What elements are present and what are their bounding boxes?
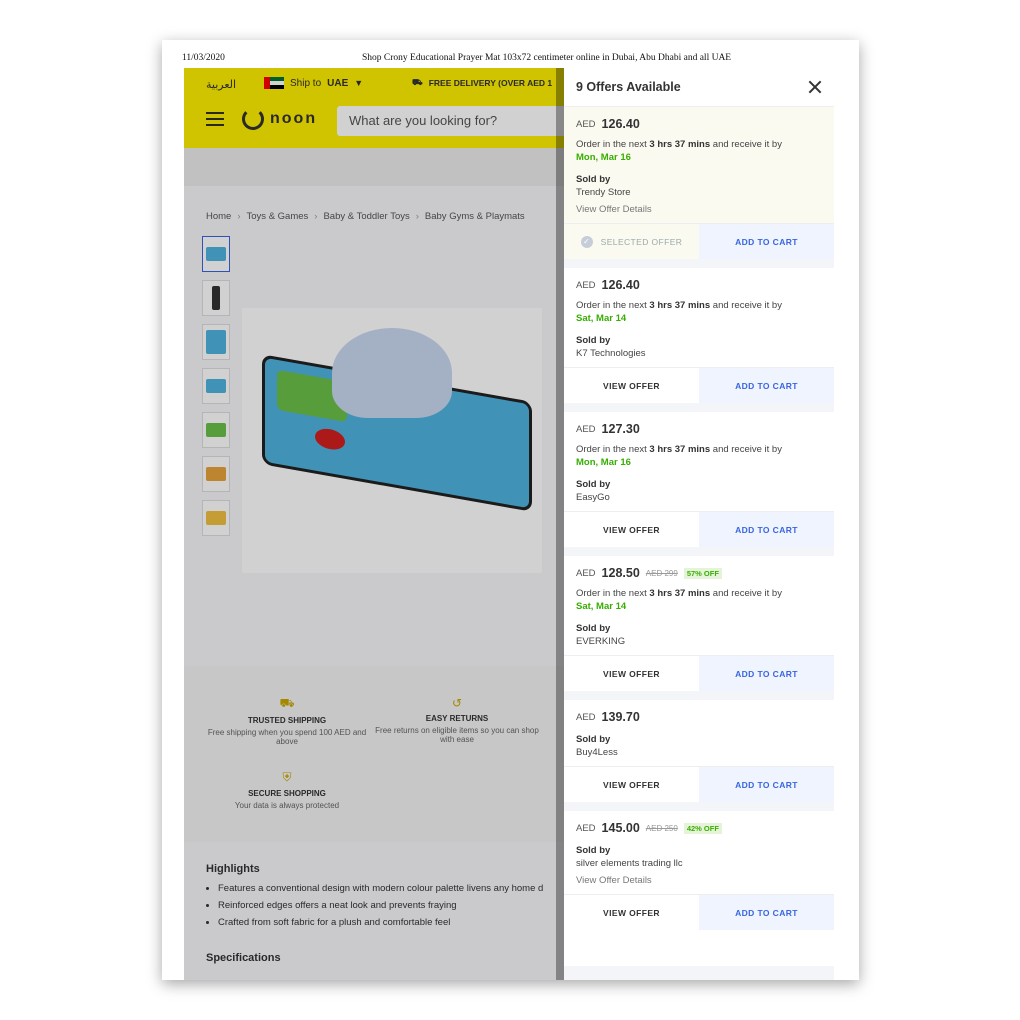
offer-card: AED 128.50 AED 299 57% OFF Order in the next… [564,556,834,691]
delivery-estimate: Order in the next 3 hrs 37 mins and rece… [576,300,782,324]
offer-price: AED 145.00 AED 250 42% OFF [576,821,822,835]
offer-price: AED 126.40 [576,278,822,292]
price-value: 139.70 [601,710,640,724]
overlay-dim[interactable] [184,68,564,980]
offer-actions: VIEW OFFER ADD TO CART [564,766,834,802]
sold-by-label: Sold by [576,845,611,856]
price-currency: AED [576,118,596,130]
offer-card: AED 145.00 AED 250 42% OFF Sold by silver ele… [564,811,834,930]
offer-body: AED 139.70 Sold by Buy4Less [564,700,834,766]
check-circle-icon: ✓ [580,235,593,248]
delivery-time: 3 hrs 37 mins [649,300,711,311]
price-value: 145.00 [601,821,640,835]
delivery-estimate: Order in the next 3 hrs 37 mins and rece… [576,139,782,163]
seller-name[interactable]: EVERKING [576,636,822,647]
sold-by-label: Sold by [576,335,611,346]
view-offer-button[interactable]: VIEW OFFER [564,895,699,930]
offer-body: AED 127.30 Order in the next 3 hrs 37 mins… [564,412,834,511]
discount-badge: 42% OFF [683,822,722,834]
seller-name[interactable]: Trendy Store [576,187,822,198]
offer-card: AED 126.40 Order in the next 3 hrs 37 mins… [564,107,834,259]
print-sheet: 11/03/2020 Shop Crony Educational Prayer… [162,40,859,980]
price-value: 126.40 [601,278,640,292]
add-to-cart-button[interactable]: ADD TO CART [699,895,834,930]
price-currency: AED [576,822,596,834]
offers-list-end [564,966,834,980]
close-icon[interactable] [808,80,822,94]
seller-name[interactable]: Buy4Less [576,747,822,758]
seller-name[interactable]: silver elements trading llc [576,858,822,869]
offer-actions: VIEW OFFER ADD TO CART [564,655,834,691]
offer-card: AED 126.40 Order in the next 3 hrs 37 mins… [564,268,834,403]
delivery-time: 3 hrs 37 mins [649,444,711,455]
offer-actions: VIEW OFFER ADD TO CART [564,367,834,403]
old-price: AED 299 [645,568,678,578]
price-value: 128.50 [601,566,640,580]
view-offer-button[interactable]: VIEW OFFER [564,656,699,691]
offer-actions: ✓ SELECTED OFFER ADD TO CART [564,223,834,259]
offers-header: 9 Offers Available [564,68,834,107]
view-offer-button[interactable]: VIEW OFFER [564,767,699,802]
offer-price: AED 139.70 [576,710,822,724]
view-offer-button[interactable]: VIEW OFFER [564,512,699,547]
price-value: 126.40 [601,117,640,131]
print-header: 11/03/2020 Shop Crony Educational Prayer… [162,40,859,68]
offers-panel: 9 Offers Available AED 126.40 Order in the… [564,68,834,980]
offers-title: 9 Offers Available [576,80,681,94]
delivery-time: 3 hrs 37 mins [649,588,711,599]
offer-price: AED 127.30 [576,422,822,436]
offer-card: AED 127.30 Order in the next 3 hrs 37 mins… [564,412,834,547]
offer-body: AED 128.50 AED 299 57% OFF Order in the next… [564,556,834,655]
offer-body: AED 126.40 Order in the next 3 hrs 37 mins… [564,107,834,223]
delivery-time: 3 hrs 37 mins [649,139,711,150]
sold-by-label: Sold by [576,734,611,745]
sold-by-label: Sold by [576,174,611,185]
price-currency: AED [576,567,596,579]
seller-name[interactable]: K7 Technologies [576,348,822,359]
delivery-date: Mon, Mar 16 [576,456,631,468]
sold-by-label: Sold by [576,623,611,634]
old-price: AED 250 [645,823,678,833]
price-currency: AED [576,279,596,291]
price-currency: AED [576,423,596,435]
offers-list: AED 126.40 Order in the next 3 hrs 37 mins… [564,107,834,930]
offer-price: AED 128.50 AED 299 57% OFF [576,566,822,580]
offer-body: AED 145.00 AED 250 42% OFF Sold by silver ele… [564,811,834,894]
price-currency: AED [576,711,596,723]
delivery-date: Sat, Mar 14 [576,312,627,324]
add-to-cart-button[interactable]: ADD TO CART [699,512,834,547]
discount-badge: 57% OFF [683,567,722,579]
offer-price: AED 126.40 [576,117,822,131]
view-offer-button[interactable]: VIEW OFFER [564,368,699,403]
print-date: 11/03/2020 [182,53,225,63]
delivery-estimate: Order in the next 3 hrs 37 mins and rece… [576,444,782,468]
add-to-cart-button[interactable]: ADD TO CART [699,656,834,691]
offer-actions: VIEW OFFER ADD TO CART [564,894,834,930]
overlay-edge [556,68,564,980]
delivery-estimate: Order in the next 3 hrs 37 mins and rece… [576,588,782,612]
delivery-date: Sat, Mar 14 [576,600,627,612]
print-title: Shop Crony Educational Prayer Mat 103x72… [362,53,732,63]
view-offer-details-link[interactable]: View Offer Details [576,204,822,215]
selected-offer-indicator: ✓ SELECTED OFFER [564,224,699,259]
add-to-cart-button[interactable]: ADD TO CART [699,767,834,802]
delivery-date: Mon, Mar 16 [576,151,631,163]
price-value: 127.30 [601,422,640,436]
offer-actions: VIEW OFFER ADD TO CART [564,511,834,547]
offer-body: AED 126.40 Order in the next 3 hrs 37 mins… [564,268,834,367]
seller-name[interactable]: EasyGo [576,492,822,503]
selected-offer-label: SELECTED OFFER [600,236,683,247]
sold-by-label: Sold by [576,479,611,490]
add-to-cart-button[interactable]: ADD TO CART [699,224,834,259]
offer-card: AED 139.70 Sold by Buy4Less VIEW OFFER ADD TO… [564,700,834,802]
view-offer-details-link[interactable]: View Offer Details [576,875,822,886]
add-to-cart-button[interactable]: ADD TO CART [699,368,834,403]
